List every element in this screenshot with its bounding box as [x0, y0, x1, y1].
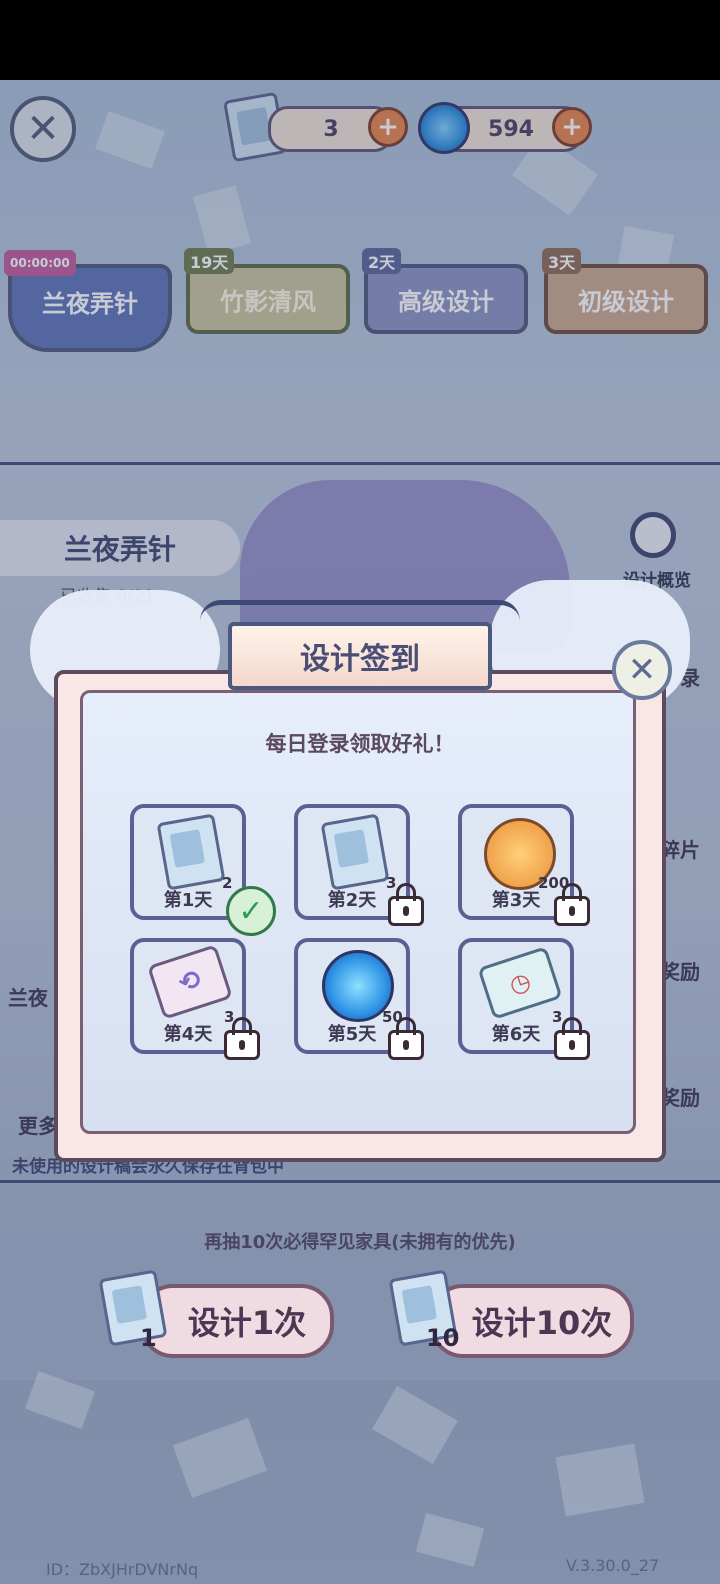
version-label: V.3.30.0_27	[566, 1556, 660, 1575]
guarantee-text: 再抽10次必得罕见家具(未拥有的优先)	[204, 1232, 516, 1253]
status-bar	[0, 0, 720, 80]
user-id: ID：ZbXJHrDVNrNq	[46, 1560, 199, 1579]
draw-ten-cost: 10	[426, 1324, 460, 1352]
lock-icon	[554, 883, 590, 926]
design-scroll-icon	[98, 1269, 168, 1347]
refresh-ticket-icon: ⟲	[147, 944, 233, 1020]
lock-icon	[388, 1017, 424, 1060]
draw-once-label: 设计1次	[187, 1304, 307, 1342]
design-scroll-icon	[156, 813, 226, 891]
draw-once-button[interactable]: 设计1次 1	[98, 1269, 334, 1360]
draw-once-body: 设计1次	[140, 1284, 334, 1358]
dialog-subtitle: 每日登录领取好礼！	[265, 732, 455, 756]
draw-once-cost: 1	[140, 1324, 157, 1352]
lock-icon	[554, 1017, 590, 1060]
draw-ten-body: 设计10次	[430, 1284, 634, 1358]
dialog-title-plate: 设计签到	[228, 622, 492, 690]
dialog-title: 设计签到	[300, 642, 420, 677]
lock-icon	[224, 1017, 260, 1060]
claimed-check-icon: ✓	[226, 886, 276, 936]
title-arch	[200, 600, 520, 621]
lock-icon	[388, 883, 424, 926]
draw-ten-button[interactable]: 设计10次 10	[388, 1269, 634, 1360]
dialog-close-button[interactable]: ✕	[612, 640, 672, 700]
timer-ticket-icon: ◷	[477, 946, 563, 1020]
sign-in-dialog: 设计签到 每日登录领取好礼！ ✕ 2 第1天 ✓ 3 第2天 200 第3天 ⟲…	[30, 580, 690, 1170]
draw-ten-label: 设计10次	[471, 1304, 613, 1342]
design-scroll-icon	[320, 813, 390, 891]
